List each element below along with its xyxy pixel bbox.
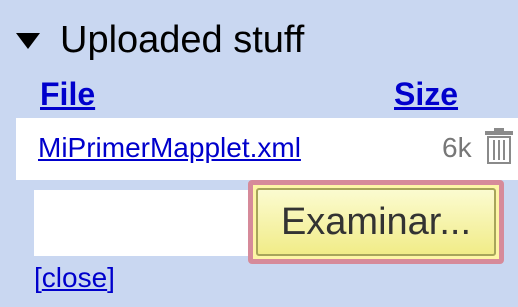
close-link[interactable]: [close] (34, 262, 115, 294)
panel-header[interactable]: Uploaded stuff (16, 14, 304, 66)
column-header-file[interactable]: File (40, 76, 95, 113)
file-size: 6k (442, 132, 472, 163)
close-open-bracket: [ (34, 262, 42, 293)
uploaded-stuff-panel: Uploaded stuff File Size MiPrimerMapplet… (0, 0, 518, 307)
close-label[interactable]: close (42, 262, 107, 293)
column-header-size[interactable]: Size (394, 76, 458, 113)
collapse-triangle-icon[interactable] (16, 33, 40, 49)
browse-button-label: Examinar... (256, 188, 496, 256)
trash-icon[interactable] (484, 128, 514, 164)
file-path-input[interactable] (34, 190, 248, 256)
file-link[interactable]: MiPrimerMapplet.xml (38, 132, 301, 164)
close-close-bracket: ] (107, 262, 115, 293)
file-row: MiPrimerMapplet.xml 6k (16, 118, 518, 180)
browse-button[interactable]: Examinar... (248, 180, 504, 264)
trash-handle (494, 128, 504, 132)
panel-title: Uploaded stuff (60, 19, 305, 61)
